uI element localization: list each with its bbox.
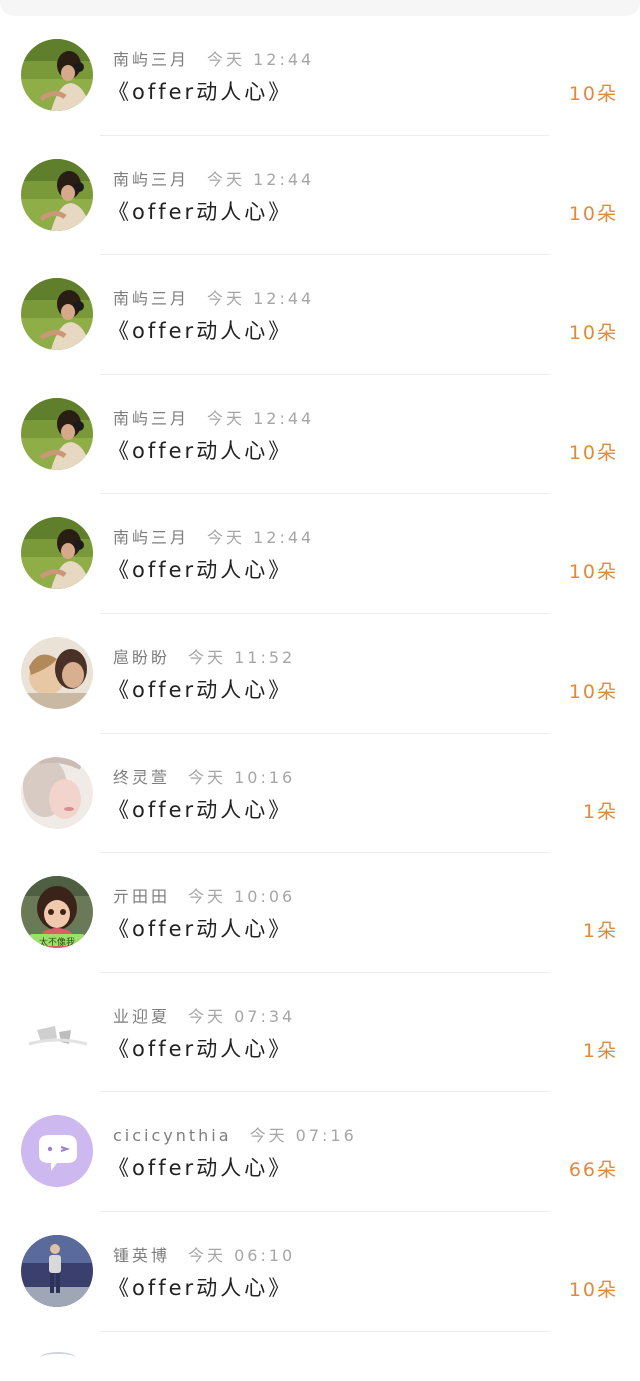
- list-item[interactable]: 南屿三月 今天 12:44 《offer动人心》 10朵: [0, 375, 640, 495]
- show-title: 《offer动人心》: [108, 1275, 293, 1300]
- show-title: 《offer动人心》: [108, 1036, 293, 1061]
- show-title: 《offer动人心》: [108, 558, 293, 583]
- avatar[interactable]: [21, 1234, 93, 1307]
- divider: [100, 1330, 550, 1332]
- avatar[interactable]: [21, 756, 93, 829]
- send-time: 今天 11:52: [188, 647, 296, 667]
- show-title: 《offer动人心》: [108, 677, 293, 702]
- chat-bubble-icon: [21, 1115, 93, 1188]
- sender-meta: 南屿三月 今天 12:44: [113, 285, 314, 309]
- send-time: 今天 06:10: [188, 1245, 296, 1265]
- list-item[interactable]: 太不像我 亓田田 今天 10:06 《offer动人心》 1朵: [0, 853, 640, 973]
- show-title: 《offer动人心》: [108, 199, 293, 224]
- send-time: 今天 12:44: [207, 169, 315, 189]
- flower-count: 10朵: [568, 561, 618, 584]
- send-time: 今天 12:44: [207, 50, 315, 69]
- send-time: 今天 10:06: [188, 887, 296, 907]
- sender-meta: 业迎夏 今天 07:34: [113, 1003, 295, 1027]
- flower-count: 1朵: [582, 800, 618, 823]
- avatar[interactable]: [21, 278, 93, 351]
- flower-count: 10朵: [568, 441, 618, 464]
- show-title: 《offer动人心》: [108, 917, 293, 942]
- sender-name[interactable]: 南屿三月: [113, 50, 189, 69]
- show-title: 《offer动人心》: [108, 797, 293, 822]
- list-item[interactable]: 终灵萱 今天 10:16 《offer动人心》 1朵: [0, 734, 640, 854]
- show-title: 《offer动人心》: [108, 1156, 293, 1181]
- list-item[interactable]: 南屿三月 今天 12:44 《offer动人心》 10朵: [0, 136, 640, 256]
- list-item[interactable]: 扈盼盼 今天 11:52 《offer动人心》 10朵: [0, 614, 640, 734]
- sender-name[interactable]: cicicynthia: [113, 1126, 232, 1145]
- list-item[interactable]: 南屿三月 今天 12:44 《offer动人心》 10朵: [0, 16, 640, 136]
- show-title: 《offer动人心》: [108, 438, 293, 463]
- flower-count: 10朵: [568, 322, 618, 345]
- send-time: 今天 07:16: [249, 1126, 357, 1146]
- flower-count: 1朵: [582, 920, 618, 943]
- sender-name[interactable]: 南屿三月: [113, 289, 189, 308]
- sender-name[interactable]: 亓田田: [113, 887, 170, 906]
- sender-meta: 锺英博 今天 06:10: [113, 1242, 295, 1266]
- avatar[interactable]: [21, 158, 93, 231]
- send-time: 今天 12:44: [207, 528, 315, 548]
- sender-name[interactable]: 南屿三月: [113, 409, 189, 428]
- sender-meta: 扈盼盼 今天 11:52: [113, 644, 295, 668]
- sender-meta: 南屿三月 今天 12:44: [113, 46, 314, 70]
- sender-meta: 南屿三月 今天 12:44: [113, 166, 314, 190]
- sender-name[interactable]: 南屿三月: [113, 528, 189, 547]
- avatar[interactable]: [21, 1115, 93, 1188]
- flower-count: 10朵: [568, 1278, 618, 1301]
- flower-count: 10朵: [568, 83, 618, 105]
- avatar-badge: 太不像我: [38, 938, 75, 949]
- avatar[interactable]: [21, 517, 93, 590]
- show-title: 《offer动人心》: [108, 319, 293, 344]
- list-item[interactable]: 锺英博 今天 06:10 《offer动人心》 10朵: [0, 1212, 640, 1332]
- sender-meta: 终灵萱 今天 10:16: [113, 764, 295, 788]
- send-time: 今天 12:44: [207, 289, 315, 309]
- avatar[interactable]: [21, 636, 93, 709]
- sender-meta: cicicynthia 今天 07:16: [113, 1122, 357, 1146]
- top-panel-edge: [0, 0, 640, 16]
- flower-count: 10朵: [568, 202, 618, 225]
- flower-count: 66朵: [568, 1159, 618, 1182]
- send-time: 今天 10:16: [188, 767, 296, 787]
- sender-name[interactable]: 业迎夏: [113, 1007, 170, 1026]
- send-time: 今天 12:44: [207, 408, 315, 428]
- list-item[interactable]: 业迎夏 今天 07:34 《offer动人心》 1朵: [0, 973, 640, 1093]
- sender-name[interactable]: 扈盼盼: [113, 648, 170, 667]
- list-item[interactable]: cicicynthia 今天 07:16 《offer动人心》 66朵: [0, 1092, 640, 1212]
- show-title: 《offer动人心》: [108, 80, 293, 104]
- avatar[interactable]: [21, 39, 93, 111]
- list-item[interactable]: 南屿三月 今天 12:44 《offer动人心》 10朵: [0, 255, 640, 375]
- sender-meta: 南屿三月 今天 12:44: [113, 524, 314, 548]
- sender-meta: 亓田田 今天 10:06: [113, 883, 295, 907]
- avatar[interactable]: [21, 397, 93, 470]
- next-avatar-partial: [40, 1352, 76, 1364]
- avatar[interactable]: 太不像我: [21, 876, 93, 949]
- flower-count: 1朵: [582, 1039, 618, 1062]
- send-time: 今天 07:34: [188, 1006, 296, 1026]
- sender-meta: 南屿三月 今天 12:44: [113, 405, 314, 429]
- sender-name[interactable]: 南屿三月: [113, 170, 189, 189]
- sender-name[interactable]: 锺英博: [113, 1246, 170, 1265]
- gift-record-list: 南屿三月 今天 12:44 《offer动人心》 10朵 南屿三月 今天 12:44…: [0, 16, 640, 1332]
- avatar[interactable]: [21, 995, 93, 1068]
- flower-count: 10朵: [568, 680, 618, 703]
- sender-name[interactable]: 终灵萱: [113, 768, 170, 787]
- list-item[interactable]: 南屿三月 今天 12:44 《offer动人心》 10朵: [0, 494, 640, 614]
